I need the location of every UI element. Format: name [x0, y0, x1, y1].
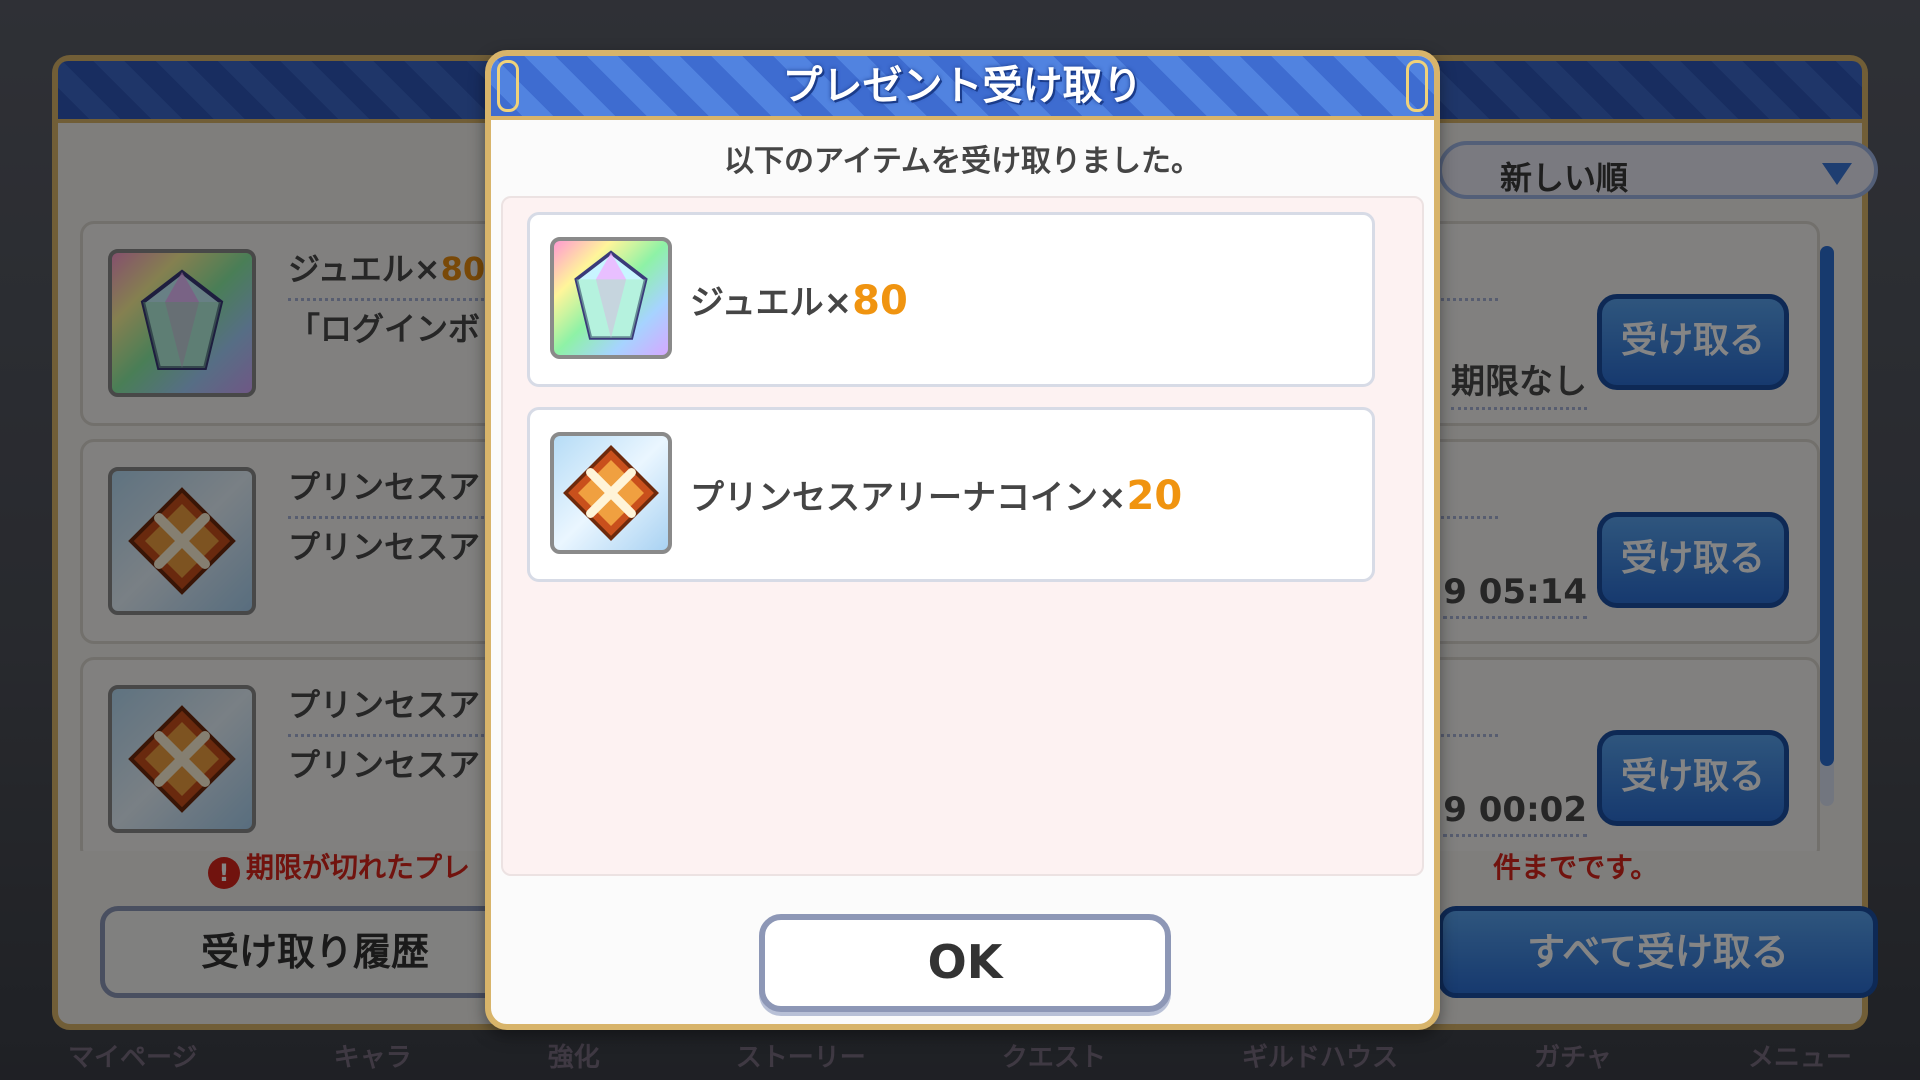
jewel-icon	[550, 237, 672, 359]
item-name: ジュエル×	[690, 283, 853, 323]
dialog-title: プレゼント受け取り	[782, 63, 1143, 109]
received-items-list: ジュエル×80 プリンセスアリーナコイン×20	[501, 196, 1424, 876]
item-name: プリンセスアリーナコイン×	[690, 478, 1127, 518]
present-received-dialog: プレゼント受け取り 以下のアイテムを受け取りました。 ジュエル×80 プリンセス…	[485, 50, 1440, 1030]
dialog-header: プレゼント受け取り	[491, 56, 1434, 120]
received-item-card: プリンセスアリーナコイン×20	[527, 407, 1375, 582]
game-scene: 新しい順 ジュエル×80 「ログインボ 期限なし 受け取る プリンセスア プリン…	[0, 0, 1920, 1080]
corner-ornament-icon	[1406, 60, 1428, 112]
item-amount: 20	[1126, 473, 1183, 519]
dialog-message: 以下のアイテムを受け取りました。	[724, 144, 1201, 179]
received-item-label: プリンセスアリーナコイン×20	[690, 470, 1182, 519]
received-item-card: ジュエル×80	[527, 212, 1375, 387]
ok-button[interactable]: OK	[759, 914, 1171, 1012]
item-amount: 80	[852, 278, 908, 324]
arena-coin-icon	[550, 432, 672, 554]
received-item-label: ジュエル×80	[690, 275, 908, 324]
corner-ornament-icon	[497, 60, 519, 112]
